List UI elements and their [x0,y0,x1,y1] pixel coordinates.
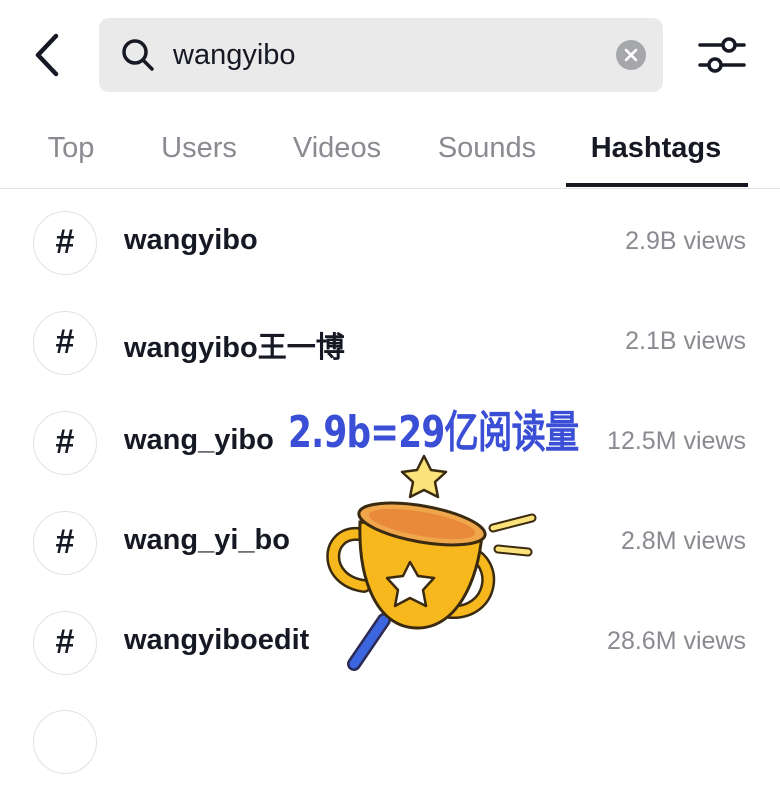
hashtag-views: 28.6M views [607,627,746,655]
clear-icon [624,48,638,62]
active-tab-indicator [566,183,748,187]
hashtag-icon: # [33,511,97,575]
hashtag-icon: # [33,411,97,475]
hashtag-views: 12.5M views [607,427,746,455]
hashtag-name: wangyiboedit [124,624,310,656]
search-bar[interactable] [99,18,663,92]
hashtag-row[interactable]: # wangyibo 2.9B views [0,194,780,294]
tab-sounds[interactable]: Sounds [434,128,540,188]
hashtag-row[interactable]: # wangyibo王一博 2.1B views [0,294,780,394]
tab-top[interactable]: Top [46,128,96,188]
tab-users[interactable]: Users [158,128,240,188]
search-input[interactable] [173,30,603,80]
trophy-sticker [326,454,537,671]
hashtag-name: wangyibo [124,224,258,256]
tab-hashtags[interactable]: Hashtags [576,128,736,188]
filter-button[interactable] [696,32,748,78]
hashtag-name: wang_yi_bo [124,524,290,556]
hashtag-icon: # [33,211,97,275]
hashtag-views: 2.1B views [625,327,746,355]
hashtag-icon: # [33,611,97,675]
hashtag-icon: # [33,311,97,375]
hashtag-views: 2.9B views [625,227,746,255]
back-arrow-icon [35,33,59,77]
hashtag-name: wang_yibo [124,424,274,456]
hashtag-views: 2.8M views [620,527,746,555]
hashtag-name: wangyibo王一博 [124,332,345,364]
hashtag-icon [33,710,97,774]
top-bar [0,0,780,110]
search-icon [122,39,154,71]
tab-videos[interactable]: Videos [288,128,386,188]
hashtag-row-partial[interactable] [0,694,780,794]
clear-search-button[interactable] [616,40,646,70]
back-button[interactable] [28,30,68,80]
search-tabs: Top Users Videos Sounds Hashtags [0,110,780,189]
overlay-caption: 2.9b=29亿阅读量 [288,407,579,458]
filter-sliders-icon [698,37,746,73]
